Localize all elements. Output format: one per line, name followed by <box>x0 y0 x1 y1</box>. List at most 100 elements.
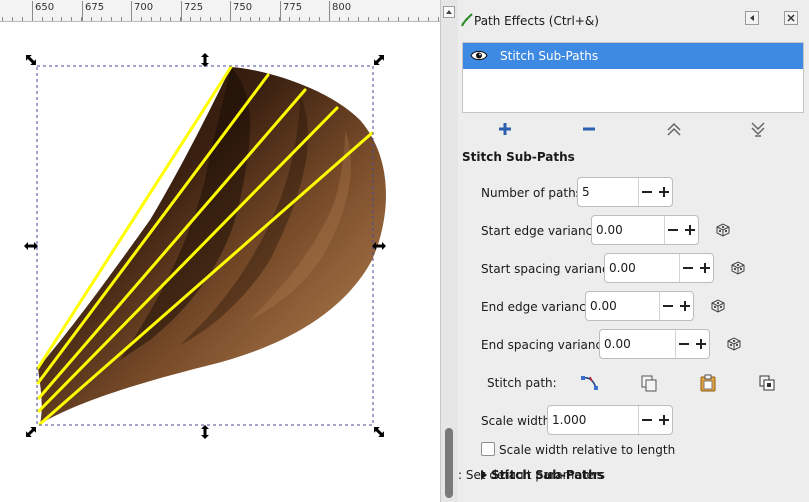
triangle-left-icon <box>750 15 754 21</box>
ruler-minor-tick <box>61 17 62 21</box>
ruler-minor-tick <box>438 17 439 21</box>
ruler-label: 700 <box>134 2 154 13</box>
ruler-minor-tick <box>378 17 379 21</box>
ruler-minor-tick <box>101 17 102 21</box>
increment-button[interactable] <box>656 182 672 202</box>
minus-icon <box>583 127 595 131</box>
chevron-down-icon <box>751 122 765 137</box>
ruler-minor-tick <box>289 17 290 21</box>
ruler-minor-tick <box>12 17 13 21</box>
add-effect-button[interactable] <box>493 118 517 140</box>
panel-close-button[interactable] <box>784 11 798 25</box>
move-down-button[interactable] <box>746 118 770 140</box>
end-edge-variance-spinner[interactable]: 0.00 <box>585 291 694 321</box>
ruler-minor-tick <box>250 17 251 21</box>
scale-width-relative-checkbox[interactable] <box>481 442 495 456</box>
start-edge-variance-spinner[interactable]: 0.00 <box>591 215 699 245</box>
ruler-label: 675 <box>85 2 105 13</box>
random-dice-icon[interactable] <box>730 260 746 276</box>
increment-button[interactable] <box>693 334 709 354</box>
link-path-button[interactable] <box>757 373 777 393</box>
section-title: Stitch Sub-Paths <box>462 150 575 164</box>
spinner-value[interactable]: 0.00 <box>590 299 617 313</box>
random-dice-icon[interactable] <box>710 298 726 314</box>
ruler-major-tick <box>82 1 83 21</box>
effect-list-item[interactable]: Stitch Sub-Paths <box>463 43 803 69</box>
move-up-button[interactable] <box>662 118 686 140</box>
expander-description[interactable]: : Set default parameters <box>458 468 605 482</box>
random-dice-icon[interactable] <box>726 336 742 352</box>
start-edge-variance-label: Start edge variance: <box>481 224 604 238</box>
end-edge-variance-label: End edge variance: <box>481 300 598 314</box>
ruler-label: 725 <box>184 2 204 13</box>
ruler-minor-tick <box>220 17 221 21</box>
handle-ne <box>374 55 384 65</box>
handle-nw <box>26 55 36 65</box>
ruler-minor-tick <box>388 17 389 21</box>
spinner-value[interactable]: 0.00 <box>596 223 623 237</box>
canvas-area[interactable]: 650 675 700 725 750 775 800 <box>0 0 440 502</box>
random-dice-icon[interactable] <box>715 222 731 238</box>
ruler-minor-tick <box>299 17 300 21</box>
panel-menu-button[interactable] <box>745 11 759 25</box>
increment-button[interactable] <box>682 220 698 240</box>
ruler-minor-tick <box>2 17 3 21</box>
effects-list[interactable]: Stitch Sub-Paths <box>462 42 804 113</box>
ruler-minor-tick <box>160 17 161 21</box>
spinner-value[interactable]: 0.00 <box>604 337 631 351</box>
ruler-minor-tick <box>170 17 171 21</box>
ruler-minor-tick <box>71 17 72 21</box>
copy-path-button[interactable] <box>639 373 659 393</box>
decrement-button[interactable] <box>639 182 655 202</box>
scroll-up-button[interactable] <box>443 6 455 18</box>
decrement-button[interactable] <box>676 334 692 354</box>
chevron-up-icon <box>667 122 681 136</box>
ruler-minor-tick <box>22 17 23 21</box>
ruler-minor-tick <box>398 17 399 21</box>
ruler-minor-tick <box>200 17 201 21</box>
decrement-button[interactable] <box>639 410 655 430</box>
ruler-minor-tick <box>428 17 429 21</box>
drawing-canvas[interactable] <box>0 0 440 502</box>
paste-path-button[interactable] <box>698 373 718 393</box>
ruler-minor-tick <box>329 17 330 21</box>
increment-button[interactable] <box>656 410 672 430</box>
decrement-button[interactable] <box>660 296 676 316</box>
handle-n <box>201 53 209 67</box>
handle-w <box>24 242 38 250</box>
handle-sw <box>26 427 36 437</box>
ruler-minor-tick <box>408 17 409 21</box>
ruler-minor-tick <box>210 17 211 21</box>
scale-width-relative-label[interactable]: Scale width relative to length <box>499 443 675 457</box>
remove-effect-button[interactable] <box>577 118 601 140</box>
scale-width-spinner[interactable]: 1.000 <box>547 405 673 435</box>
spinner-value[interactable]: 0.00 <box>609 261 636 275</box>
ruler-minor-tick <box>52 17 53 21</box>
spinner-value[interactable]: 5 <box>582 185 590 199</box>
ruler-minor-tick <box>368 17 369 21</box>
edit-path-button[interactable] <box>580 373 600 393</box>
spinner-value[interactable]: 1.000 <box>552 413 586 427</box>
decrement-button[interactable] <box>665 220 681 240</box>
start-spacing-variance-label: Start spacing variance: <box>481 262 621 276</box>
increment-button[interactable] <box>677 296 693 316</box>
horizontal-ruler[interactable]: 650 675 700 725 750 775 800 <box>0 0 440 22</box>
ruler-minor-tick <box>240 17 241 21</box>
start-spacing-variance-spinner[interactable]: 0.00 <box>604 253 714 283</box>
ruler-minor-tick <box>259 17 260 21</box>
ruler-label: 800 <box>332 2 352 13</box>
increment-button[interactable] <box>697 258 713 278</box>
ruler-minor-tick <box>121 17 122 21</box>
eye-icon[interactable] <box>470 49 488 62</box>
ruler-minor-tick <box>141 17 142 21</box>
number-of-paths-spinner[interactable]: 5 <box>577 177 673 207</box>
ruler-label: 650 <box>35 2 55 13</box>
end-spacing-variance-spinner[interactable]: 0.00 <box>599 329 710 359</box>
vertical-scrollbar[interactable] <box>440 0 458 502</box>
scrollbar-thumb[interactable] <box>445 428 453 498</box>
close-icon <box>787 14 795 22</box>
decrement-button[interactable] <box>680 258 696 278</box>
effect-label: Stitch Sub-Paths <box>500 49 599 63</box>
number-of-paths-label: Number of paths: <box>481 186 586 200</box>
ruler-minor-tick <box>111 17 112 21</box>
